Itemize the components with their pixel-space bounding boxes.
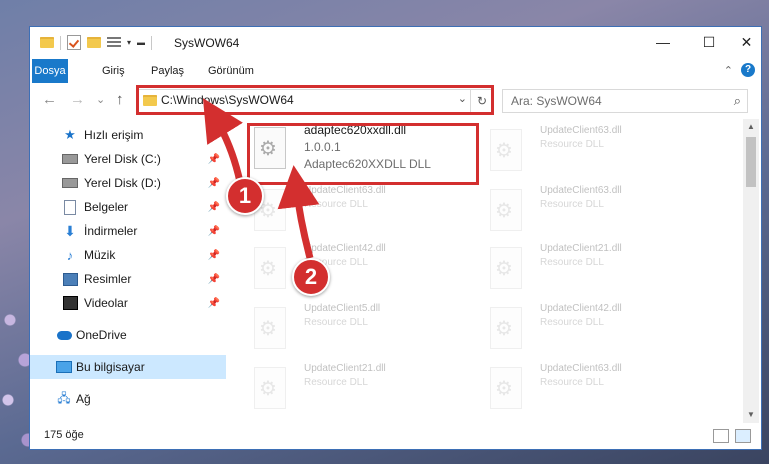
step-badge-1: 1 — [226, 177, 264, 215]
arrow-to-file — [277, 165, 320, 259]
annotation-arrows — [202, 98, 320, 259]
step-badge-2: 2 — [292, 258, 330, 296]
arrow-to-address — [202, 98, 244, 183]
